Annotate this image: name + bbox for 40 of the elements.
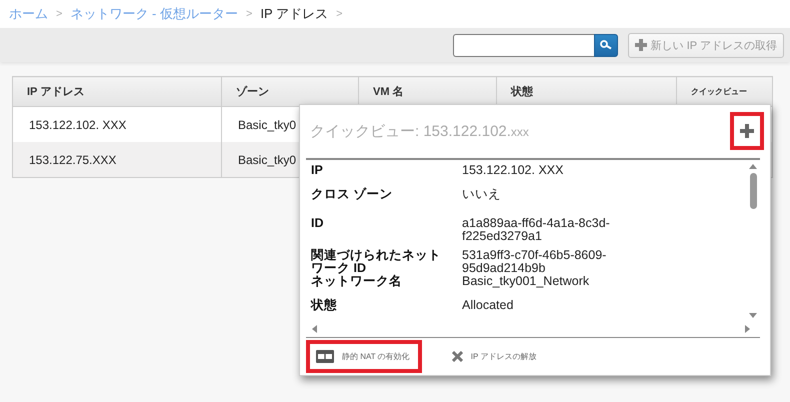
detail-value: Basic_tky001_Network — [462, 274, 590, 288]
detail-label: ID — [310, 216, 324, 232]
action-button[interactable]: 静的 NAT の有効化 — [306, 340, 422, 373]
breadcrumb-separator: > — [336, 8, 343, 20]
breadcrumb-separator: > — [246, 8, 252, 20]
acquire-ip-button[interactable]: 新しい IP アドレスの取得 — [628, 32, 784, 58]
network-card-icon — [316, 350, 334, 363]
detail-label: 関連づけられたネットワーク ID — [310, 248, 442, 274]
table-cell: 153.122.75.XXX — [12, 142, 222, 178]
detail-label: クロス ゾーン — [310, 188, 394, 200]
breadcrumb-separator: > — [56, 8, 62, 20]
breadcrumb-current: IP アドレス — [260, 5, 328, 23]
detail-value: a1a889aa-ff6d-4a1a-8c3d-f225ed3279a1 — [462, 216, 611, 242]
detail-label: ネットワーク名 — [310, 274, 403, 288]
search-icon — [600, 40, 612, 50]
search-field[interactable] — [452, 34, 594, 56]
plus-icon — [740, 124, 754, 138]
expand-button[interactable] — [730, 112, 764, 150]
plus-icon — [634, 39, 647, 51]
scroll-left-icon[interactable] — [312, 325, 317, 333]
detail-value: 153.122.102. XXX — [462, 164, 564, 176]
column-header: ゾーン — [222, 76, 358, 106]
detail-value: いいえ — [462, 188, 502, 200]
column-header: IP アドレス — [12, 76, 222, 106]
scrollbar-thumb[interactable] — [750, 172, 756, 208]
scroll-right-icon[interactable] — [745, 325, 750, 333]
close-icon — [452, 350, 463, 362]
search-button[interactable] — [594, 34, 618, 56]
column-header: クイックビュー — [676, 76, 772, 106]
detail-value: 531a9ff3-c70f-46b5-8609-95d9ad214b9b — [462, 248, 608, 274]
scroll-down-icon[interactable] — [749, 312, 757, 318]
breadcrumb-link[interactable]: ネットワーク - 仮想ルーター — [70, 5, 238, 23]
detail-label: IP — [310, 164, 324, 176]
scroll-up-icon[interactable] — [749, 164, 757, 168]
detail-label: 状態 — [309, 298, 338, 312]
column-header: 状態 — [496, 76, 676, 106]
breadcrumb-link[interactable]: ホーム — [9, 5, 48, 23]
detail-value: Allocated — [462, 298, 514, 312]
column-header: VM 名 — [358, 76, 496, 106]
table-cell: 153.122.102. XXX — [12, 106, 222, 142]
